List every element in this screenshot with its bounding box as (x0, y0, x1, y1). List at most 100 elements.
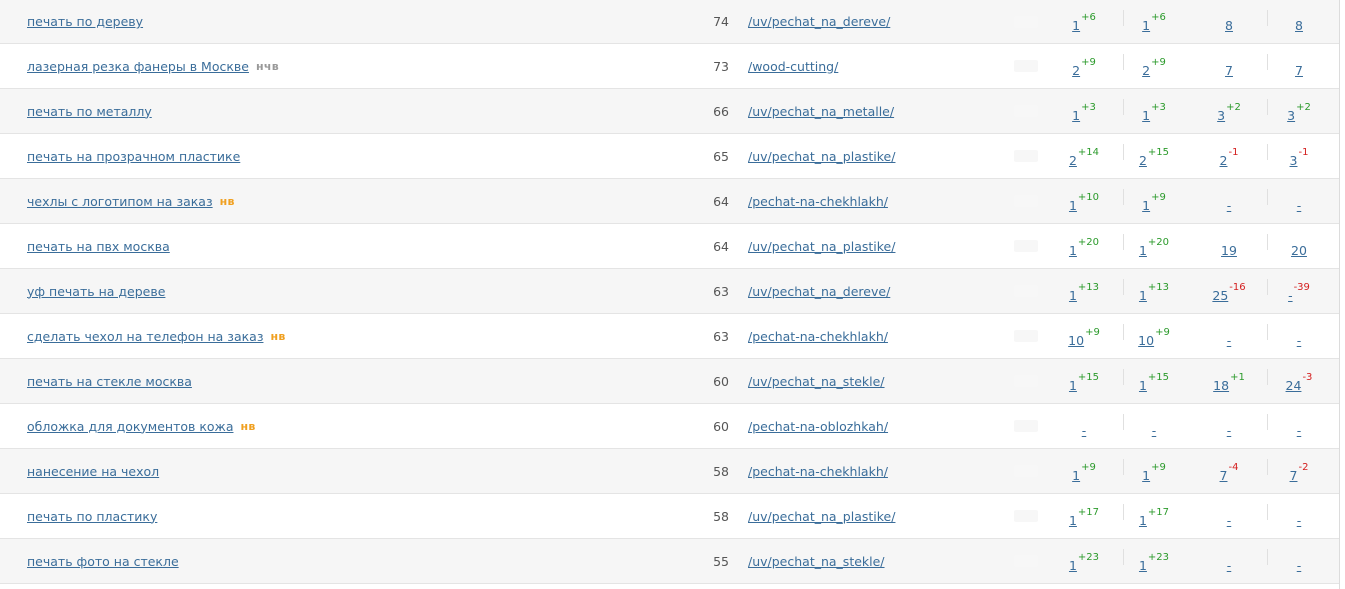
position-value[interactable]: 1 (1069, 243, 1077, 258)
position-cell-2: 1 +3 (1124, 89, 1184, 133)
position-value[interactable]: - (1227, 333, 1232, 348)
page-url-link[interactable]: /uv/pechat_na_plastike/ (748, 509, 895, 524)
position-value[interactable]: 1 (1069, 558, 1077, 573)
keyword-link[interactable]: печать на пвх москва (27, 239, 170, 254)
position-value[interactable]: 1 (1142, 468, 1150, 483)
url-cell: /uv/pechat_na_plastike/ (748, 134, 895, 178)
page-url-link[interactable]: /uv/pechat_na_dereve/ (748, 14, 890, 29)
position-value[interactable]: 1 (1142, 198, 1150, 213)
position-change: +23 (1077, 551, 1100, 563)
position-value[interactable]: 8 (1225, 18, 1233, 33)
page-url-link[interactable]: /uv/pechat_na_metalle/ (748, 104, 894, 119)
position-value[interactable]: 1 (1069, 198, 1077, 213)
page-url-link[interactable]: /wood-cutting/ (748, 59, 838, 74)
position-change: +3 (1081, 101, 1096, 113)
page-url-link[interactable]: /pechat-na-chekhlakh/ (748, 464, 888, 479)
position-value[interactable]: 1 (1069, 378, 1077, 393)
position-value[interactable]: 7 (1295, 63, 1303, 78)
position-value[interactable]: 1 (1139, 288, 1147, 303)
column-divider (1267, 10, 1268, 26)
position-value[interactable]: - (1297, 423, 1302, 438)
position-value[interactable]: 7 (1225, 63, 1233, 78)
position-value[interactable]: 1 (1072, 108, 1080, 123)
keyword-link[interactable]: печать по пластику (27, 509, 157, 524)
position-value[interactable]: - (1297, 333, 1302, 348)
page-url-link[interactable]: /pechat-na-chekhlakh/ (748, 194, 888, 209)
position-value[interactable]: 1 (1139, 378, 1147, 393)
keyword-link[interactable]: уф печать на дереве (27, 284, 165, 299)
position-change: +9 (1151, 461, 1166, 473)
position-value[interactable]: 3 (1217, 108, 1225, 123)
page-url-link[interactable]: /uv/pechat_na_stekle/ (748, 554, 885, 569)
page-url-link[interactable]: /uv/pechat_na_plastike/ (748, 239, 895, 254)
position-value[interactable]: 3 (1290, 153, 1298, 168)
position-value[interactable]: 1 (1069, 288, 1077, 303)
keyword-link[interactable]: сделать чехол на телефон на заказ (27, 329, 263, 344)
position-value[interactable]: 3 (1287, 108, 1295, 123)
position-value[interactable]: 2 (1072, 63, 1080, 78)
page-url-link[interactable]: /pechat-na-chekhlakh/ (748, 329, 888, 344)
keyword-cell: печать по дереву (27, 0, 143, 43)
url-cell: /uv/pechat_na_plastike/ (748, 494, 895, 538)
position-value[interactable]: 1 (1072, 18, 1080, 33)
position-value[interactable]: - (1082, 423, 1087, 438)
position-value[interactable]: - (1227, 513, 1232, 528)
position-value[interactable]: - (1288, 288, 1293, 303)
position-value[interactable]: 18 (1213, 378, 1229, 393)
table-row: лазерная резка фанеры в Москве нчв 73/wood… (0, 44, 1339, 89)
position-value[interactable]: - (1152, 423, 1157, 438)
position-value[interactable]: 1 (1139, 513, 1147, 528)
position-cell-3: 18 +1 (1199, 359, 1259, 403)
position-value[interactable]: 10 (1068, 333, 1084, 348)
keyword-link[interactable]: печать по дереву (27, 14, 143, 29)
position-value[interactable]: 20 (1291, 243, 1307, 258)
position-value[interactable]: - (1297, 513, 1302, 528)
position-cell-1: - (1054, 404, 1114, 448)
position-value[interactable]: 10 (1138, 333, 1154, 348)
position-value[interactable]: 2 (1069, 153, 1077, 168)
position-value[interactable]: 19 (1221, 243, 1237, 258)
table-row: печать по дереву 74/uv/pechat_na_dereve/1… (0, 0, 1339, 44)
position-value[interactable]: 1 (1139, 243, 1147, 258)
position-change: +2 (1296, 101, 1311, 113)
frequency-value: 58 (713, 508, 729, 524)
position-value[interactable]: 1 (1142, 108, 1150, 123)
position-value[interactable]: 1 (1142, 18, 1150, 33)
frequency-value: 73 (713, 58, 729, 74)
keyword-link[interactable]: печать на стекле москва (27, 374, 192, 389)
position-value[interactable]: 8 (1295, 18, 1303, 33)
position-value[interactable]: 24 (1286, 378, 1302, 393)
position-value[interactable]: - (1227, 558, 1232, 573)
position-value[interactable]: - (1297, 558, 1302, 573)
position-value[interactable]: 1 (1072, 468, 1080, 483)
page-url-link[interactable]: /pechat-na-oblozhkah/ (748, 419, 888, 434)
position-value[interactable]: 2 (1139, 153, 1147, 168)
keyword-link[interactable]: обложка для документов кожа (27, 419, 233, 434)
page-url-link[interactable]: /uv/pechat_na_dereve/ (748, 284, 890, 299)
hidden-value-cell (1014, 494, 1038, 538)
position-value[interactable]: 1 (1139, 558, 1147, 573)
position-cell-3: - (1199, 314, 1259, 358)
position-value[interactable]: 2 (1220, 153, 1228, 168)
position-change: +9 (1151, 56, 1166, 68)
table-row: печать по пластику 58/uv/pechat_na_plasti… (0, 494, 1339, 539)
keyword-link[interactable]: печать по металлу (27, 104, 152, 119)
position-value[interactable]: 7 (1290, 468, 1298, 483)
page-url-link[interactable]: /uv/pechat_na_plastike/ (748, 149, 895, 164)
position-value[interactable]: - (1297, 198, 1302, 213)
position-value[interactable]: 1 (1069, 513, 1077, 528)
keyword-link[interactable]: печать на прозрачном пластике (27, 149, 240, 164)
keyword-link[interactable]: чехлы с логотипом на заказ (27, 194, 213, 209)
keyword-link[interactable]: нанесение на чехол (27, 464, 159, 479)
keyword-link[interactable]: печать фото на стекле (27, 554, 179, 569)
position-value[interactable]: 25 (1212, 288, 1228, 303)
position-value[interactable]: - (1227, 423, 1232, 438)
keyword-cell: сделать чехол на телефон на заказ нв (27, 314, 286, 358)
url-cell: /uv/pechat_na_stekle/ (748, 359, 885, 403)
position-value[interactable]: - (1227, 198, 1232, 213)
position-value[interactable]: 7 (1220, 468, 1228, 483)
position-cell-2: 10 +9 (1124, 314, 1184, 358)
keyword-link[interactable]: лазерная резка фанеры в Москве (27, 59, 249, 74)
page-url-link[interactable]: /uv/pechat_na_stekle/ (748, 374, 885, 389)
position-value[interactable]: 2 (1142, 63, 1150, 78)
